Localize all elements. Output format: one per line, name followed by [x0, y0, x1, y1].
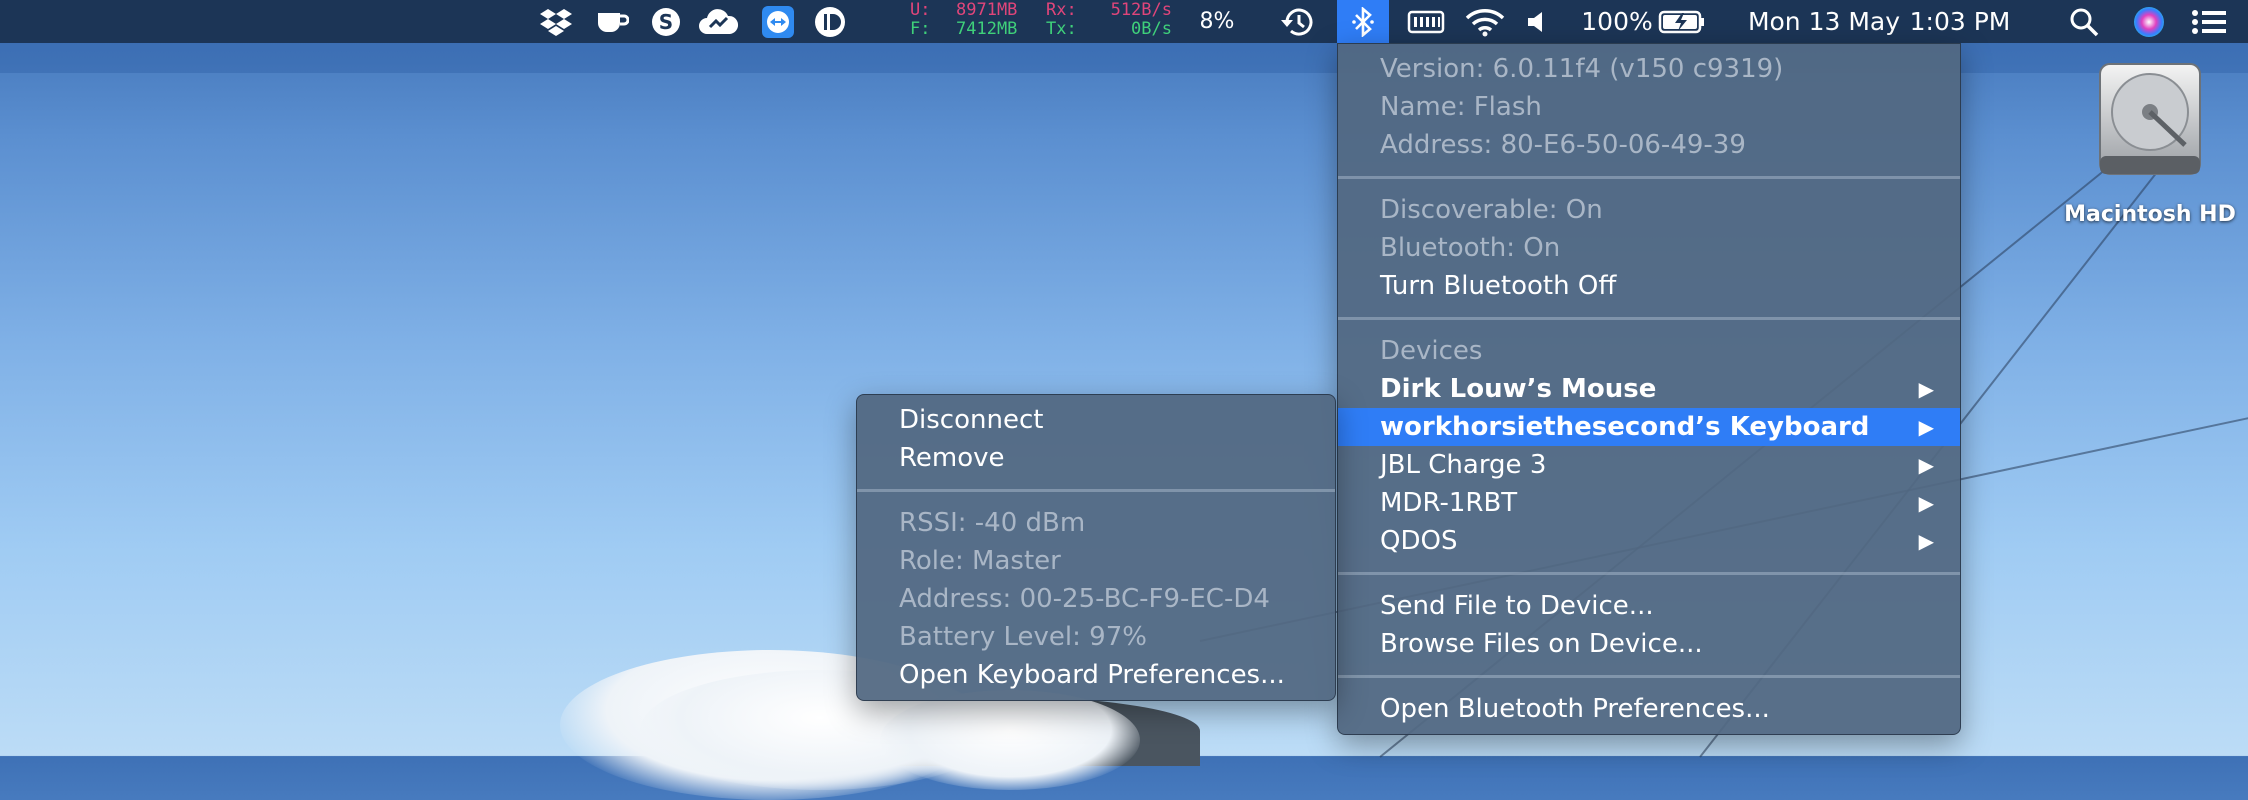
submenu-arrow-icon: ▶ — [1918, 377, 1934, 401]
memory-icon[interactable] — [1404, 0, 1448, 43]
menubar-date[interactable]: Mon 13 May — [1744, 0, 1904, 43]
tx-label: Tx: — [1046, 19, 1077, 39]
mem-free-value: 7412MB — [956, 19, 1018, 39]
submenu-arrow-icon: ▶ — [1918, 491, 1934, 515]
device-item-jbl[interactable]: JBL Charge 3 ▶ — [1338, 446, 1960, 484]
separator — [1338, 572, 1960, 575]
hard-drive-icon[interactable] — [2090, 60, 2210, 180]
bluetooth-icon[interactable] — [1337, 0, 1389, 43]
device-address-info: Address: 00-25-BC-F9-EC-D4 — [899, 584, 1270, 614]
spotlight-icon[interactable] — [2064, 0, 2104, 43]
battery-icon[interactable] — [1656, 0, 1708, 43]
battery-percent[interactable]: 100% — [1581, 0, 1652, 43]
time-machine-icon[interactable] — [1274, 0, 1320, 43]
browse-files-item[interactable]: Browse Files on Device... — [1338, 625, 1960, 663]
separator — [1338, 317, 1960, 320]
disconnect-item[interactable]: Disconnect — [857, 401, 1335, 439]
turn-bluetooth-off-item[interactable]: Turn Bluetooth Off — [1338, 267, 1960, 305]
open-bluetooth-preferences-item[interactable]: Open Bluetooth Preferences... — [1338, 690, 1960, 728]
remove-item[interactable]: Remove — [857, 439, 1335, 477]
battery-level-info: Battery Level: 97% — [899, 622, 1147, 652]
tx-value: 0B/s — [1131, 19, 1172, 39]
moon-icon[interactable] — [856, 0, 888, 43]
mem-used-label: U: — [910, 0, 931, 20]
net-rx: Rx: 512B/s — [1046, 1, 1172, 20]
submenu-arrow-icon: ▶ — [1918, 453, 1934, 477]
wifi-icon[interactable] — [1462, 0, 1508, 43]
net-tx: Tx: 0B/s — [1046, 20, 1172, 39]
devices-header: Devices — [1380, 336, 1483, 366]
keyboard-submenu: Disconnect Remove RSSI: -40 dBm Role: Ma… — [856, 394, 1336, 701]
open-keyboard-preferences-item[interactable]: Open Keyboard Preferences... — [857, 656, 1335, 694]
device-label: Dirk Louw’s Mouse — [1380, 374, 1657, 404]
bt-state: Bluetooth: On — [1380, 233, 1561, 263]
device-label: MDR-1RBT — [1380, 488, 1518, 518]
hard-drive-label: Macintosh HD — [2064, 202, 2236, 227]
siri-icon[interactable] — [2128, 0, 2170, 43]
memory-free: F: 7412MB — [910, 19, 1017, 39]
separator — [1338, 176, 1960, 179]
notification-center-icon[interactable] — [2186, 0, 2232, 43]
device-label: JBL Charge 3 — [1380, 450, 1547, 480]
bt-discoverable: Discoverable: On — [1380, 195, 1603, 225]
submenu-arrow-icon: ▶ — [1918, 415, 1934, 439]
volume-icon[interactable] — [1520, 0, 1554, 43]
mem-used-value: 8971MB — [956, 0, 1018, 20]
mem-free-label: F: — [910, 19, 931, 39]
send-file-item[interactable]: Send File to Device... — [1338, 587, 1960, 625]
separator — [1338, 675, 1960, 678]
memory-stats: U: 8971MB — [910, 0, 1017, 20]
rssi-info: RSSI: -40 dBm — [899, 508, 1086, 538]
cloud-sync-icon[interactable] — [694, 0, 742, 43]
rx-value: 512B/s — [1110, 0, 1172, 20]
menubar-time[interactable]: 1:03 PM — [1894, 0, 2026, 43]
separator — [857, 489, 1335, 492]
cpu-usage[interactable]: 8% — [1192, 0, 1242, 43]
device-item-qdos[interactable]: QDOS ▶ — [1338, 522, 1960, 560]
device-item-mouse[interactable]: Dirk Louw’s Mouse ▶ — [1338, 370, 1960, 408]
id-icon[interactable] — [810, 0, 850, 43]
device-item-mdr[interactable]: MDR-1RBT ▶ — [1338, 484, 1960, 522]
menu-bar: S U: 8971MB F: 7412MB Rx: 512B/s Tx: 0B/… — [0, 0, 2248, 43]
skype-icon[interactable]: S — [644, 0, 688, 43]
submenu-arrow-icon: ▶ — [1918, 529, 1934, 553]
role-info: Role: Master — [899, 546, 1061, 576]
device-label: QDOS — [1380, 526, 1458, 556]
rx-label: Rx: — [1046, 0, 1077, 20]
bluetooth-menu: Version: 6.0.11f4 (v150 c9319) Name: Fla… — [1337, 43, 1961, 735]
device-item-keyboard[interactable]: workhorsiethesecond’s Keyboard ▶ — [1338, 408, 1960, 446]
teamviewer-icon[interactable] — [758, 0, 798, 43]
coffee-icon[interactable] — [590, 0, 634, 43]
bt-version: Version: 6.0.11f4 (v150 c9319) — [1380, 54, 1784, 84]
device-label: workhorsiethesecond’s Keyboard — [1380, 412, 1870, 442]
bt-name: Name: Flash — [1380, 92, 1542, 122]
dropbox-icon[interactable] — [534, 0, 578, 43]
bt-address: Address: 80-E6-50-06-49-39 — [1380, 130, 1746, 160]
svg-text:S: S — [659, 10, 673, 34]
